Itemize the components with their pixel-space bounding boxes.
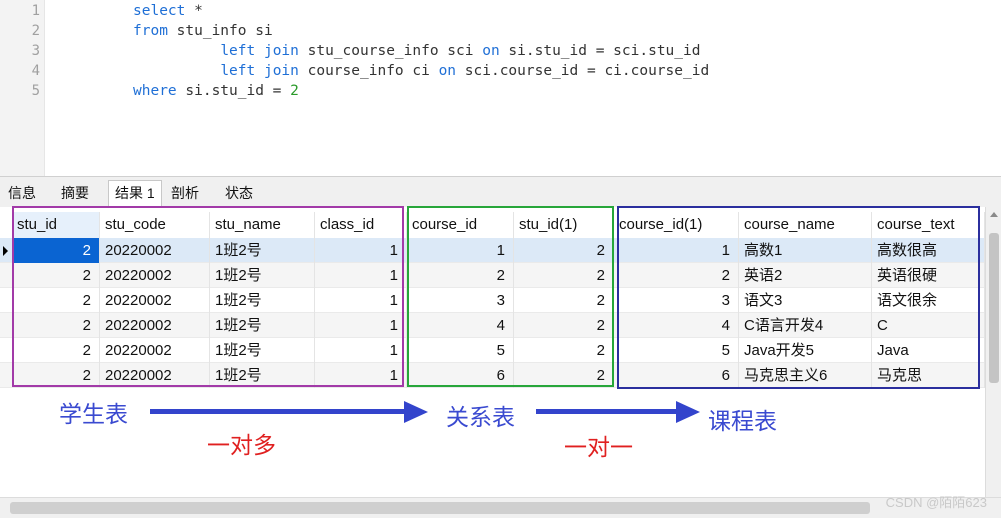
arrow-head-icon [404,401,428,423]
sql-keyword: on [438,63,457,79]
student-table-box [12,206,404,387]
line-number-gutter: 1 2 3 4 5 [0,0,45,176]
code-line: select * [133,1,203,21]
tab-summary[interactable]: 摘要 [55,181,95,206]
line-number: 4 [31,63,40,79]
sql-text: * [185,3,203,19]
sql-text: stu_course_info sci [298,43,483,59]
one-to-many-label: 一对多 [207,433,276,459]
relation-table-box [407,206,614,387]
sql-keyword: from [133,23,168,39]
code-line: from stu_info si [133,21,273,41]
course-table-label: 课程表 [708,409,777,435]
relation-table-label: 关系表 [446,405,515,431]
sql-text: stu_info si [167,23,273,39]
horizontal-scrollbar[interactable] [0,497,1001,518]
arrow-head-icon [676,401,700,423]
tab-info[interactable]: 信息 [2,181,42,206]
sql-editor[interactable]: 1 2 3 4 5 select * from stu_info si left … [0,0,1001,176]
line-number: 3 [31,43,40,59]
sql-keyword: left join [220,43,299,59]
result-tab-bar: 信息 摘要 结果 1 剖析 状态 [0,176,1001,208]
student-table-label: 学生表 [59,402,128,428]
current-row-marker-icon [0,238,10,263]
sql-text: si.stu_id = [176,83,291,99]
one-to-one-label: 一对一 [564,435,633,461]
tab-status[interactable]: 状态 [219,181,259,206]
sql-text: si.stu_id = sci.stu_id [499,43,701,59]
code-line: left join stu_course_info sci on si.stu_… [133,41,700,61]
line-number: 1 [31,3,40,19]
tab-result-1[interactable]: 结果 1 [108,180,162,208]
sql-keyword: left join [220,63,299,79]
code-line: left join course_info ci on sci.course_i… [133,61,709,81]
scroll-thumb[interactable] [10,502,870,514]
course-table-box [617,206,980,389]
line-number: 5 [31,83,40,99]
arrow-icon [536,409,678,414]
tab-profile[interactable]: 剖析 [165,181,205,206]
vertical-scrollbar[interactable] [985,207,1001,497]
arrow-icon [150,409,406,414]
line-number: 2 [31,23,40,39]
sql-keyword: select [133,3,186,19]
sql-keyword: where [133,83,177,99]
scroll-up-icon[interactable] [990,212,998,217]
code-line: where si.stu_id = 2 [133,81,299,101]
scroll-thumb[interactable] [989,233,999,383]
sql-number: 2 [290,83,299,99]
sql-text: sci.course_id = ci.course_id [456,63,710,79]
sql-keyword: on [482,43,500,59]
watermark: CSDN @陌陌623 [885,495,987,510]
sql-text: course_info ci [298,63,439,79]
